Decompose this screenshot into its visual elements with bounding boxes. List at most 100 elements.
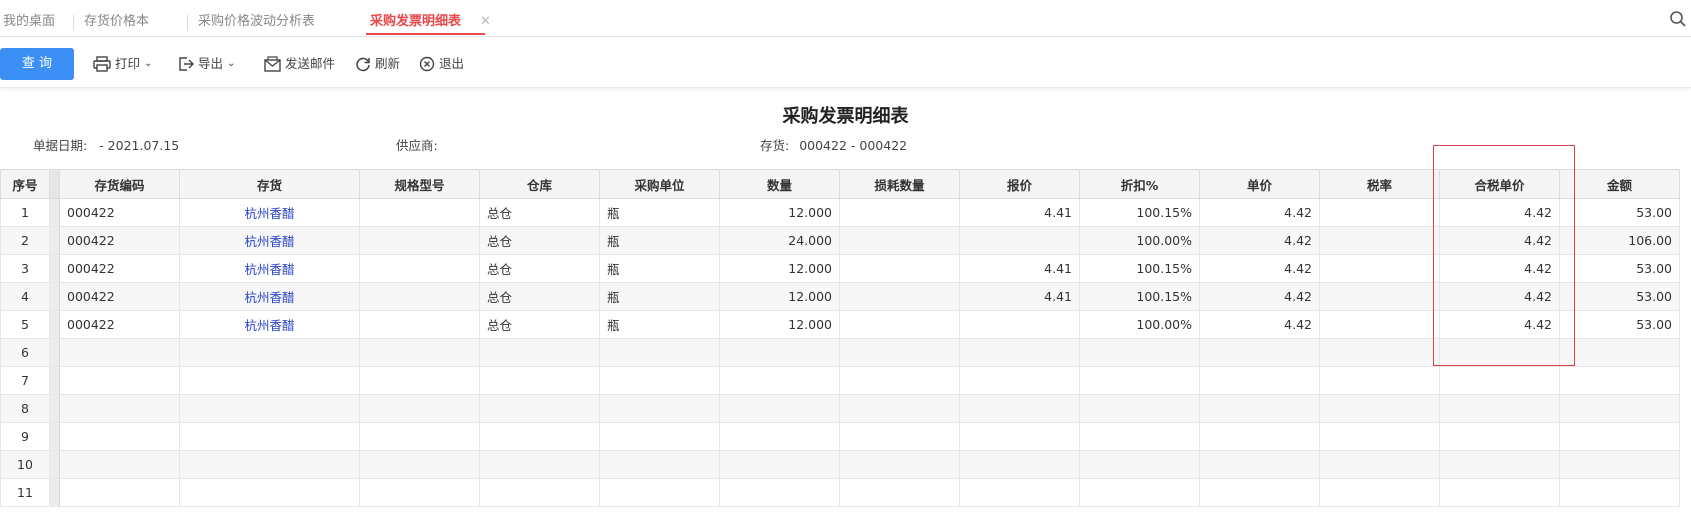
cell-item[interactable]	[179, 338, 360, 367]
cell-loss	[839, 478, 960, 507]
cell-quote	[959, 226, 1080, 255]
cell-amount: 53.00	[1559, 310, 1680, 339]
table-row[interactable]: 7	[0, 366, 1680, 395]
cell-tax	[1319, 254, 1440, 283]
cell-idx: 1	[0, 198, 50, 227]
cell-taxprice	[1439, 450, 1560, 479]
tab-purchase-price-analysis[interactable]: 采购价格波动分析表	[198, 0, 315, 37]
cell-unit	[599, 422, 720, 451]
export-button[interactable]: 导出 ⌄	[178, 48, 235, 80]
cell-qty	[719, 422, 840, 451]
column-header-code[interactable]: 存货编码	[59, 169, 180, 199]
column-header-loss[interactable]: 损耗数量	[839, 169, 960, 199]
cell-idx: 11	[0, 478, 50, 507]
cell-loss	[839, 226, 960, 255]
cell-item[interactable]	[179, 394, 360, 423]
column-header-amount[interactable]: 金额	[1559, 169, 1680, 199]
table-row[interactable]: 10	[0, 450, 1680, 479]
cell-item[interactable]: 杭州香醋	[179, 310, 360, 339]
cell-unit	[599, 366, 720, 395]
filter-date: 单据日期: - 2021.07.15	[33, 135, 179, 154]
tab-my-desktop[interactable]: 我的桌面	[3, 0, 55, 37]
table-row[interactable]: 9	[0, 422, 1680, 451]
cell-discount	[1079, 366, 1200, 395]
cell-price	[1199, 450, 1320, 479]
cell-loss	[839, 282, 960, 311]
cell-amount	[1559, 338, 1680, 367]
search-icon[interactable]	[1669, 10, 1687, 28]
cell-code: 000422	[59, 198, 180, 227]
tab-inventory-price-book[interactable]: 存货价格本	[84, 0, 149, 37]
cell-code	[59, 338, 180, 367]
cell-warehouse: 总仓	[479, 310, 600, 339]
table-row[interactable]: 2 000422 杭州香醋 总仓瓶 24.000 100.00% 4.42 4.42 106.0…	[0, 226, 1680, 255]
table-row[interactable]: 11	[0, 478, 1680, 507]
refresh-button[interactable]: 刷新	[355, 48, 400, 80]
cell-amount: 53.00	[1559, 282, 1680, 311]
cell-taxprice: 4.42	[1439, 226, 1560, 255]
cell-item[interactable]	[179, 422, 360, 451]
cell-code	[59, 422, 180, 451]
cell-idx: 10	[0, 450, 50, 479]
table-row[interactable]: 1 000422 杭州香醋 总仓瓶 12.000 4.41 100.15% 4.42 4.42 5…	[0, 198, 1680, 227]
table-row[interactable]: 5 000422 杭州香醋 总仓瓶 12.000 100.00% 4.42 4.42 53.00	[0, 310, 1680, 339]
cell-loss	[839, 338, 960, 367]
row-gutter	[49, 422, 60, 451]
column-header-taxprice[interactable]: 合税单价	[1439, 169, 1560, 199]
cell-loss	[839, 254, 960, 283]
cell-price: 4.42	[1199, 226, 1320, 255]
column-header-spec[interactable]: 规格型号	[359, 169, 480, 199]
send-mail-button[interactable]: 发送邮件	[264, 48, 335, 80]
column-header-quote[interactable]: 报价	[959, 169, 1080, 199]
cell-spec	[359, 394, 480, 423]
filter-inventory-value: 000422 - 000422	[799, 138, 908, 153]
table-row[interactable]: 3 000422 杭州香醋 总仓瓶 12.000 4.41 100.15% 4.42 4.42 5…	[0, 254, 1680, 283]
cell-item[interactable]: 杭州香醋	[179, 254, 360, 283]
query-button[interactable]: 查 询	[0, 48, 74, 80]
cell-warehouse	[479, 478, 600, 507]
cell-tax	[1319, 198, 1440, 227]
cell-warehouse	[479, 338, 600, 367]
cell-item[interactable]	[179, 366, 360, 395]
column-header-discount[interactable]: 折扣%	[1079, 169, 1200, 199]
print-button[interactable]: 打印 ⌄	[93, 48, 152, 80]
table-row[interactable]: 4 000422 杭州香醋 总仓瓶 12.000 4.41 100.15% 4.42 4.42 5…	[0, 282, 1680, 311]
table-row[interactable]: 6	[0, 338, 1680, 367]
tab-purchase-invoice-detail[interactable]: 采购发票明细表 ✕	[366, 0, 491, 37]
cell-taxprice	[1439, 366, 1560, 395]
column-header-index[interactable]: 序号	[0, 169, 50, 199]
cell-taxprice: 4.42	[1439, 198, 1560, 227]
column-header-warehouse[interactable]: 仓库	[479, 169, 600, 199]
column-header-qty[interactable]: 数量	[719, 169, 840, 199]
cell-taxprice: 4.42	[1439, 254, 1560, 283]
cell-quote	[959, 310, 1080, 339]
cell-item[interactable]: 杭州香醋	[179, 282, 360, 311]
row-gutter	[49, 366, 60, 395]
cell-qty: 12.000	[719, 282, 840, 311]
cell-amount	[1559, 366, 1680, 395]
cell-taxprice	[1439, 422, 1560, 451]
cell-tax	[1319, 338, 1440, 367]
cell-loss	[839, 394, 960, 423]
cell-item[interactable]: 杭州香醋	[179, 226, 360, 255]
cell-price: 4.42	[1199, 310, 1320, 339]
column-header-item[interactable]: 存货	[179, 169, 360, 199]
cell-item[interactable]	[179, 478, 360, 507]
filter-inventory-label: 存货:	[760, 138, 790, 153]
column-header-tax[interactable]: 税率	[1319, 169, 1440, 199]
cell-unit: 瓶	[599, 254, 720, 283]
filter-inventory: 存货: 000422 - 000422	[760, 135, 907, 154]
cell-amount: 53.00	[1559, 254, 1680, 283]
cell-item[interactable]	[179, 450, 360, 479]
column-header-unit[interactable]: 采购单位	[599, 169, 720, 199]
cell-tax	[1319, 226, 1440, 255]
cell-unit	[599, 478, 720, 507]
table-row[interactable]: 8	[0, 394, 1680, 423]
cell-price	[1199, 422, 1320, 451]
filter-supplier-label: 供应商:	[396, 138, 438, 153]
exit-button[interactable]: 退出	[419, 48, 464, 80]
column-header-price[interactable]: 单价	[1199, 169, 1320, 199]
cell-item[interactable]: 杭州香醋	[179, 198, 360, 227]
cell-loss	[839, 366, 960, 395]
chevron-down-icon: ⌄	[144, 58, 153, 69]
